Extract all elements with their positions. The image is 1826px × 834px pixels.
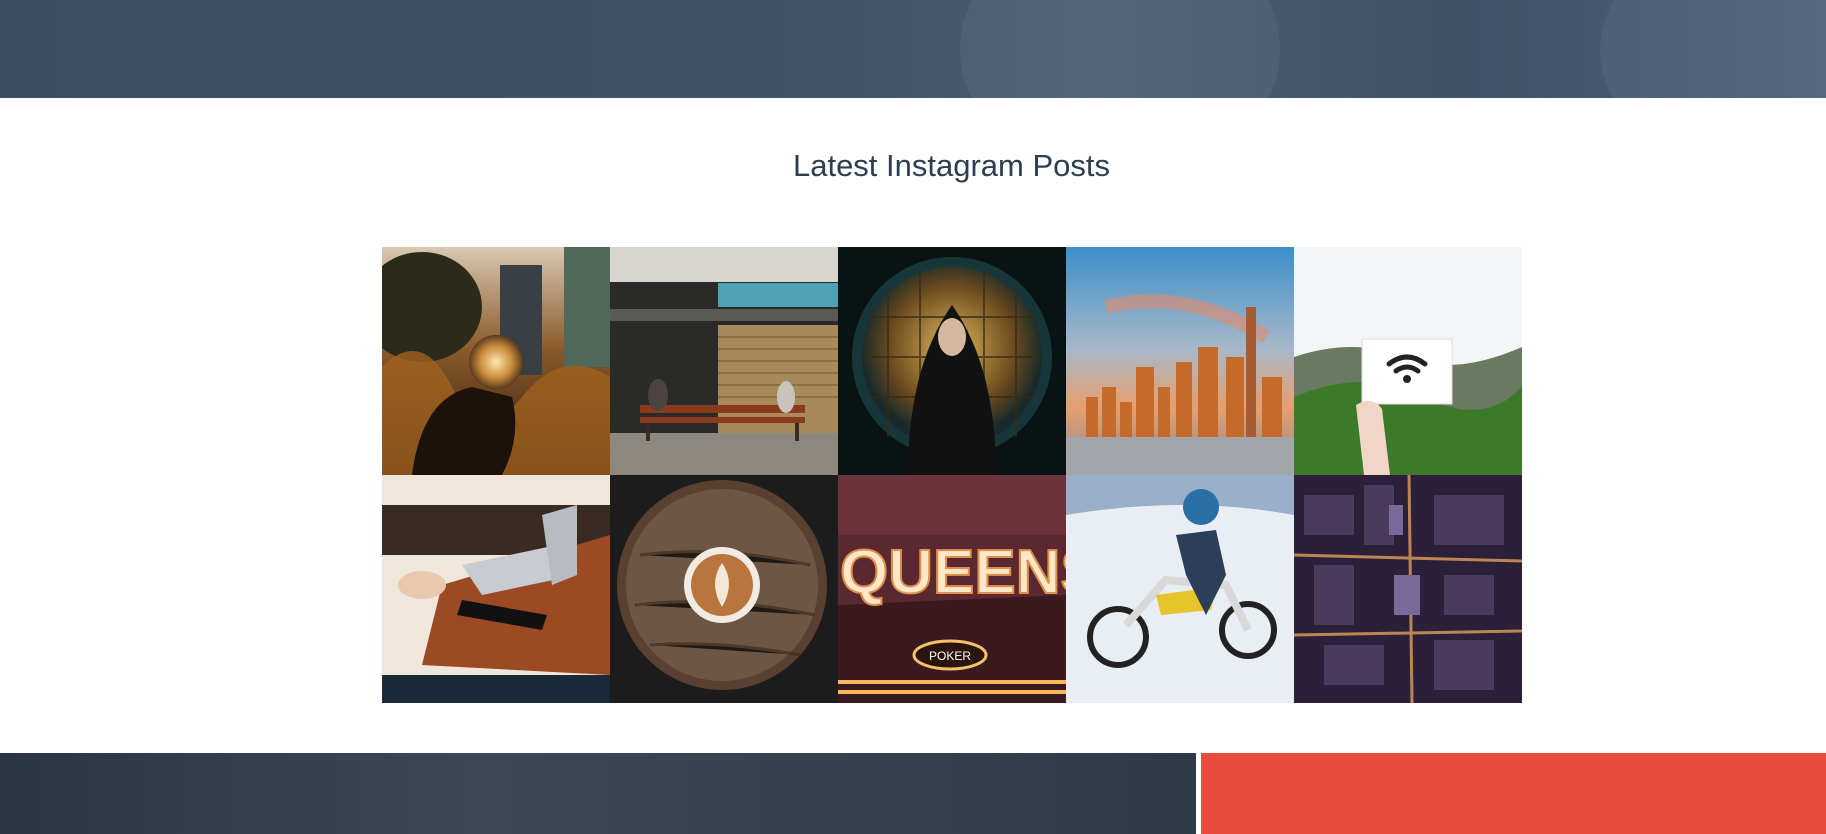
poker-badge-text: POKER <box>929 649 971 663</box>
banner-shape <box>960 0 1280 98</box>
section-title: Latest Instagram Posts <box>792 148 1111 183</box>
instagram-post-crystal-ball[interactable] <box>382 247 610 475</box>
queens-sign-image: QUEENS POKER <box>838 475 1066 703</box>
crystal-ball-image <box>382 247 610 475</box>
hooded-woman-image <box>838 247 1066 475</box>
instagram-post-bench[interactable] <box>610 247 838 475</box>
bench-image <box>610 247 838 475</box>
coffee-image <box>610 475 838 703</box>
skyline-image <box>1066 247 1294 475</box>
instagram-post-skyline[interactable] <box>1066 247 1294 475</box>
instagram-post-motocross[interactable] <box>1066 475 1294 703</box>
instagram-grid: QUEENS POKER <box>382 247 1522 703</box>
motocross-image <box>1066 475 1294 703</box>
wifi-card-image <box>1294 247 1522 475</box>
instagram-post-laptop-desk[interactable] <box>382 475 610 703</box>
instagram-post-aerial-city[interactable] <box>1294 475 1522 703</box>
queens-sign-text: QUEENS <box>840 538 1066 607</box>
instagram-post-coffee[interactable] <box>610 475 838 703</box>
footer-accent-panel <box>1201 753 1826 834</box>
aerial-city-image <box>1294 475 1522 703</box>
instagram-post-wifi-card[interactable] <box>1294 247 1522 475</box>
hero-banner <box>0 0 1826 98</box>
banner-shape <box>1600 0 1826 98</box>
instagram-post-hooded-woman[interactable] <box>838 247 1066 475</box>
laptop-desk-image <box>382 475 610 703</box>
instagram-post-queens-sign[interactable]: QUEENS POKER <box>838 475 1066 703</box>
footer-dark-panel <box>0 753 1196 834</box>
